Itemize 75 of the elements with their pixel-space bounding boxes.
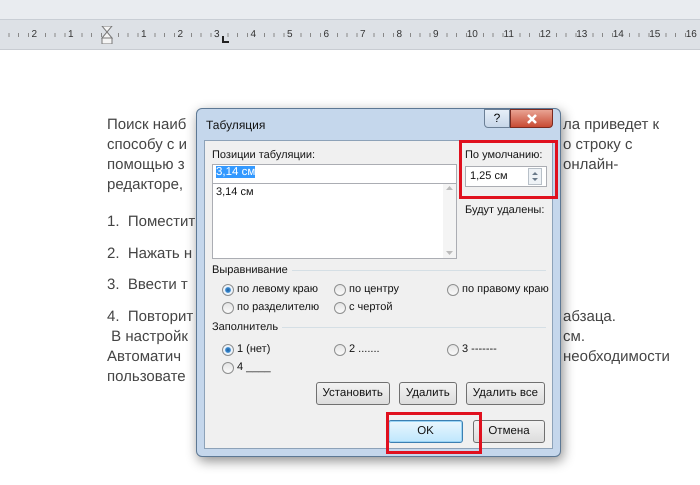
radio-button[interactable] — [222, 284, 234, 296]
dialog-button[interactable]: Удалить — [398, 382, 457, 405]
ruler-number: 12 — [540, 30, 551, 40]
list-item-text: 2. Нажать н — [107, 244, 192, 264]
option-label: с чертой — [349, 301, 392, 314]
option-label: 1 (нет) — [237, 343, 270, 356]
paragraph-text: онлайн- — [563, 155, 618, 175]
ruler-number: 11 — [504, 30, 514, 40]
radio-button[interactable] — [447, 344, 459, 356]
option-label: по центру — [349, 283, 400, 296]
list-item[interactable]: 3,14 см — [216, 186, 440, 199]
selected-text: 3,14 см — [216, 166, 256, 178]
paragraph-text: помощью з — [107, 155, 185, 175]
dialog-button[interactable]: Удалить все — [466, 382, 545, 405]
radio-button[interactable] — [334, 284, 346, 296]
radio-button[interactable] — [447, 284, 459, 296]
window-title: Табуляция — [205, 116, 266, 134]
spinner-arrows-icon[interactable] — [528, 168, 542, 185]
help-button[interactable]: ? — [484, 109, 510, 128]
paragraph-text: необходимости — [563, 346, 670, 366]
field-label: По умолчанию: — [465, 149, 544, 162]
radio-button[interactable] — [334, 344, 346, 356]
paragraph-text: способу с и — [107, 135, 187, 155]
radio-button[interactable] — [222, 344, 234, 356]
option-label: 4 ____ — [237, 361, 271, 374]
list-item-text: 1. Поместит — [107, 212, 196, 232]
ruler-number: 2 — [31, 30, 38, 40]
dialog-button[interactable]: OK — [388, 420, 463, 443]
group-label: Выравнивание — [212, 264, 288, 277]
option-label: 3 ------- — [462, 343, 497, 356]
paragraph-text: Автоматич — [107, 346, 182, 366]
paragraph-text: пользовате — [107, 366, 186, 386]
ruler-number: 7 — [360, 30, 366, 40]
close-button[interactable] — [510, 109, 553, 128]
scroll-up-icon[interactable] — [446, 186, 453, 190]
tab-stop-icon[interactable] — [222, 36, 229, 43]
radio-button[interactable] — [334, 302, 346, 314]
ruler-number: 9 — [432, 30, 439, 40]
radio-button[interactable] — [222, 302, 234, 314]
close-icon — [526, 114, 538, 124]
option-label: 2 ....... — [349, 343, 380, 356]
paragraph-text: редакторе, — [107, 175, 184, 195]
ruler-number: 10 — [466, 30, 478, 40]
ruler-number: 13 — [576, 30, 588, 40]
ruler-number: 8 — [396, 30, 402, 40]
dialog-button[interactable]: Отмена — [473, 420, 545, 443]
ruler-number: 3 — [214, 30, 220, 40]
ruler-number: 1 — [140, 30, 147, 40]
ruler-number: 1 — [68, 30, 74, 40]
indent-marker-icon[interactable] — [101, 26, 114, 44]
ruler-number: 15 — [649, 30, 660, 40]
paragraph-text: В настройк — [110, 326, 188, 346]
group-label: Заполнитель — [212, 321, 278, 334]
ruler-number: 5 — [286, 30, 293, 40]
scroll-down-icon[interactable] — [446, 251, 453, 255]
ruler-number: 16 — [686, 30, 697, 40]
paragraph-text: абзаца. — [563, 306, 616, 326]
option-label: по разделителю — [237, 301, 320, 314]
list-item-text: 4. Повторит — [107, 306, 194, 326]
ruler-number: 6 — [323, 30, 330, 40]
ruler-number: 2 — [177, 30, 184, 40]
option-label: по правому краю — [462, 283, 549, 296]
dialog-button[interactable]: Установить — [316, 382, 390, 405]
ruler-number: 4 — [250, 30, 256, 40]
radio-button[interactable] — [222, 362, 234, 374]
default-stop-spinner[interactable]: 1,25 см — [465, 166, 547, 187]
option-label: по левому краю — [237, 283, 318, 296]
ruler-number: 14 — [612, 30, 624, 40]
paragraph-text: ла приведет к — [563, 115, 660, 135]
paragraph-text: Поиск наиб — [107, 115, 186, 135]
list-item-text: 3. Ввести т — [107, 275, 188, 295]
paragraph-text: см. — [563, 326, 585, 346]
field-label: Позиции табуляции: — [212, 149, 316, 162]
paragraph-text: о строку с — [563, 135, 632, 155]
field-label: Будут удалены: — [465, 204, 546, 217]
